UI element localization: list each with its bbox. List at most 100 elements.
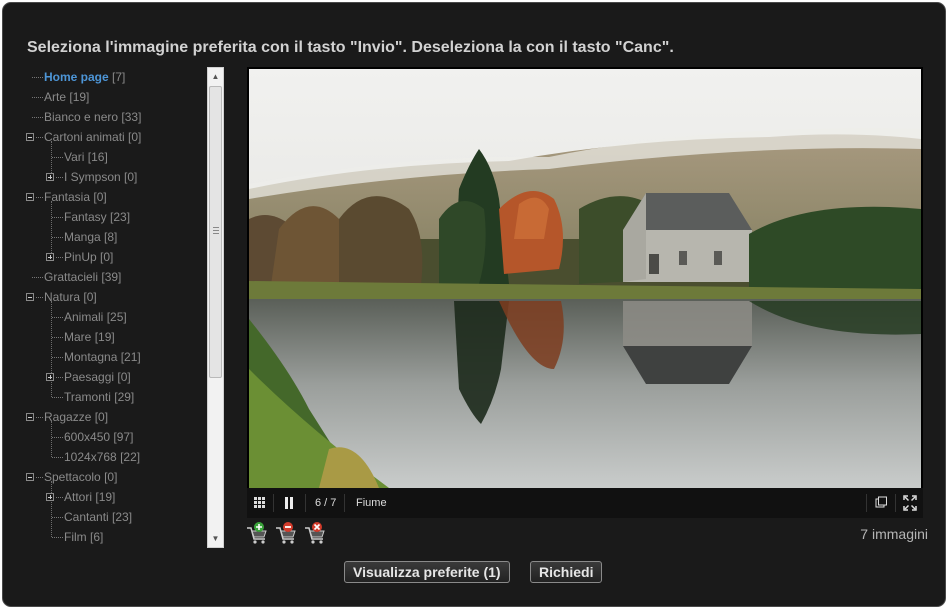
tree-item-label[interactable]: Arte [44, 90, 66, 104]
tree-item-label[interactable]: Paesaggi [64, 370, 114, 384]
expand-plus-icon[interactable] [46, 253, 54, 261]
slide-counter: 6 / 7 [315, 497, 337, 509]
tree-dots [52, 217, 63, 219]
tree-item-count: [97] [113, 430, 134, 444]
tree-item-label[interactable]: Animali [64, 310, 103, 324]
tree-item-label[interactable]: Ragazze [44, 410, 91, 424]
tree-item-600x450[interactable]: 600x450 [97] [52, 427, 133, 447]
grid-view-icon[interactable] [253, 488, 267, 518]
tree-item-count: [0] [117, 370, 131, 384]
tree-item-label[interactable]: Fantasy [64, 210, 107, 224]
cart-add-icon[interactable] [244, 520, 270, 546]
tree-dots [52, 537, 63, 539]
popup-window-icon[interactable] [875, 488, 887, 518]
fullscreen-icon[interactable] [903, 488, 917, 518]
tree-item-count: [23] [110, 210, 131, 224]
tree-item-count: [0] [93, 190, 107, 204]
collapse-minus-icon[interactable] [26, 293, 34, 301]
scroll-thumb[interactable] [209, 86, 222, 378]
tree-item-label[interactable]: I Sympson [64, 170, 121, 184]
tree-dots [32, 277, 43, 279]
tree-item-attori[interactable]: Attori [19] [46, 487, 115, 507]
tree-item-count: [8] [104, 230, 118, 244]
tree-item-label[interactable]: Tramonti [64, 390, 111, 404]
tree-item-label[interactable]: Bianco e nero [44, 110, 118, 124]
tree-item-label[interactable]: Spettacolo [44, 470, 101, 484]
tree-item-label[interactable]: Fantasia [44, 190, 90, 204]
tree-item-label[interactable]: Natura [44, 290, 80, 304]
tree-dots [36, 137, 43, 139]
tree-item-paesaggi[interactable]: Paesaggi [0] [46, 367, 131, 387]
tree-item-manga[interactable]: Manga [8] [52, 227, 117, 247]
tree-item-label[interactable]: 600x450 [64, 430, 110, 444]
tree-item-count: [23] [112, 510, 133, 524]
slide-caption: Fiume [356, 497, 387, 509]
collapse-minus-icon[interactable] [26, 133, 34, 141]
tree-item-ragazze[interactable]: Ragazze [0] [26, 407, 109, 427]
scroll-down-arrow-icon[interactable]: ▼ [208, 530, 223, 547]
tree-item-natura[interactable]: Natura [0] [26, 287, 97, 307]
tree-item-count: [0] [94, 410, 109, 424]
tree-item-count: [0] [100, 250, 114, 264]
tree-item-count: [19] [69, 90, 90, 104]
tree-item-arte[interactable]: Arte [19] [32, 87, 89, 107]
expand-plus-icon[interactable] [46, 373, 54, 381]
tree-item-label[interactable]: Montagna [64, 350, 117, 364]
collapse-minus-icon[interactable] [26, 193, 34, 201]
tree-item-mare[interactable]: Mare [19] [52, 327, 115, 347]
main-photo[interactable] [249, 69, 921, 488]
tree-item-label[interactable]: Film [64, 530, 87, 544]
tree-item-spettacolo[interactable]: Spettacolo [0] [26, 467, 118, 487]
expand-plus-icon[interactable] [46, 493, 54, 501]
expand-plus-icon[interactable] [46, 173, 54, 181]
tree-item-fantasy[interactable]: Fantasy [23] [52, 207, 130, 227]
tree-item-cantanti[interactable]: Cantanti [23] [52, 507, 132, 527]
tree-item-label[interactable]: 1024x768 [64, 450, 117, 464]
tree-dots [56, 177, 63, 179]
image-viewer[interactable]: 6 / 7 Fiume [247, 67, 923, 518]
scroll-up-arrow-icon[interactable]: ▲ [208, 68, 223, 85]
tree-item-label[interactable]: Grattacieli [44, 270, 98, 284]
scroll-grip-icon [213, 227, 219, 234]
tree-dots [52, 317, 63, 319]
tree-scrollbar[interactable]: ▲ ▼ [207, 67, 224, 548]
tree-dots [36, 197, 43, 199]
tree-item-count: [33] [121, 110, 142, 124]
tree-item-vari[interactable]: Vari [16] [52, 147, 108, 167]
tree-item-count: [39] [101, 270, 122, 284]
tree-item-count: [0] [104, 470, 118, 484]
tree-item-i-sympson[interactable]: I Sympson [0] [46, 167, 137, 187]
request-button[interactable]: Richiedi [530, 561, 603, 583]
cart-remove-icon[interactable] [273, 520, 299, 546]
tree-item-label[interactable]: Vari [64, 150, 84, 164]
tree-item-label[interactable]: Attori [64, 490, 92, 504]
tree-item-bianco-e-nero[interactable]: Bianco e nero [33] [32, 107, 141, 127]
cart-clear-icon[interactable] [302, 520, 328, 546]
tree-dots [32, 117, 43, 119]
tree-item-label[interactable]: Cartoni animati [44, 130, 125, 144]
tree-item-pinup[interactable]: PinUp [0] [46, 247, 114, 267]
tree-item-cartoni-animati[interactable]: Cartoni animati [0] [26, 127, 142, 147]
tree-item-animali[interactable]: Animali [25] [52, 307, 127, 327]
tree-dots [56, 497, 63, 499]
tree-item-1024x768[interactable]: 1024x768 [22] [52, 447, 140, 467]
tree-item-label[interactable]: Cantanti [64, 510, 109, 524]
tree-item-label[interactable]: Home page [44, 70, 109, 84]
tree-dots [32, 97, 43, 99]
collapse-minus-icon[interactable] [26, 413, 34, 421]
tree-item-home-page[interactable]: Home page [7] [32, 67, 125, 87]
tree-item-label[interactable]: PinUp [64, 250, 97, 264]
collapse-minus-icon[interactable] [26, 473, 34, 481]
tree-item-label[interactable]: Mare [64, 330, 91, 344]
instruction-title: Seleziona l'immagine preferita con il ta… [27, 39, 674, 56]
tree-dots [52, 457, 63, 459]
tree-item-fantasia[interactable]: Fantasia [0] [26, 187, 107, 207]
tree-item-montagna[interactable]: Montagna [21] [52, 347, 141, 367]
tree-item-grattacieli[interactable]: Grattacieli [39] [32, 267, 121, 287]
tree-item-tramonti[interactable]: Tramonti [29] [52, 387, 134, 407]
show-favorites-button[interactable]: Visualizza preferite (1) [344, 561, 510, 583]
tree-item-film[interactable]: Film [6] [52, 527, 103, 547]
pause-icon[interactable] [283, 488, 295, 518]
tree-item-count: [0] [128, 130, 142, 144]
tree-item-label[interactable]: Manga [64, 230, 101, 244]
